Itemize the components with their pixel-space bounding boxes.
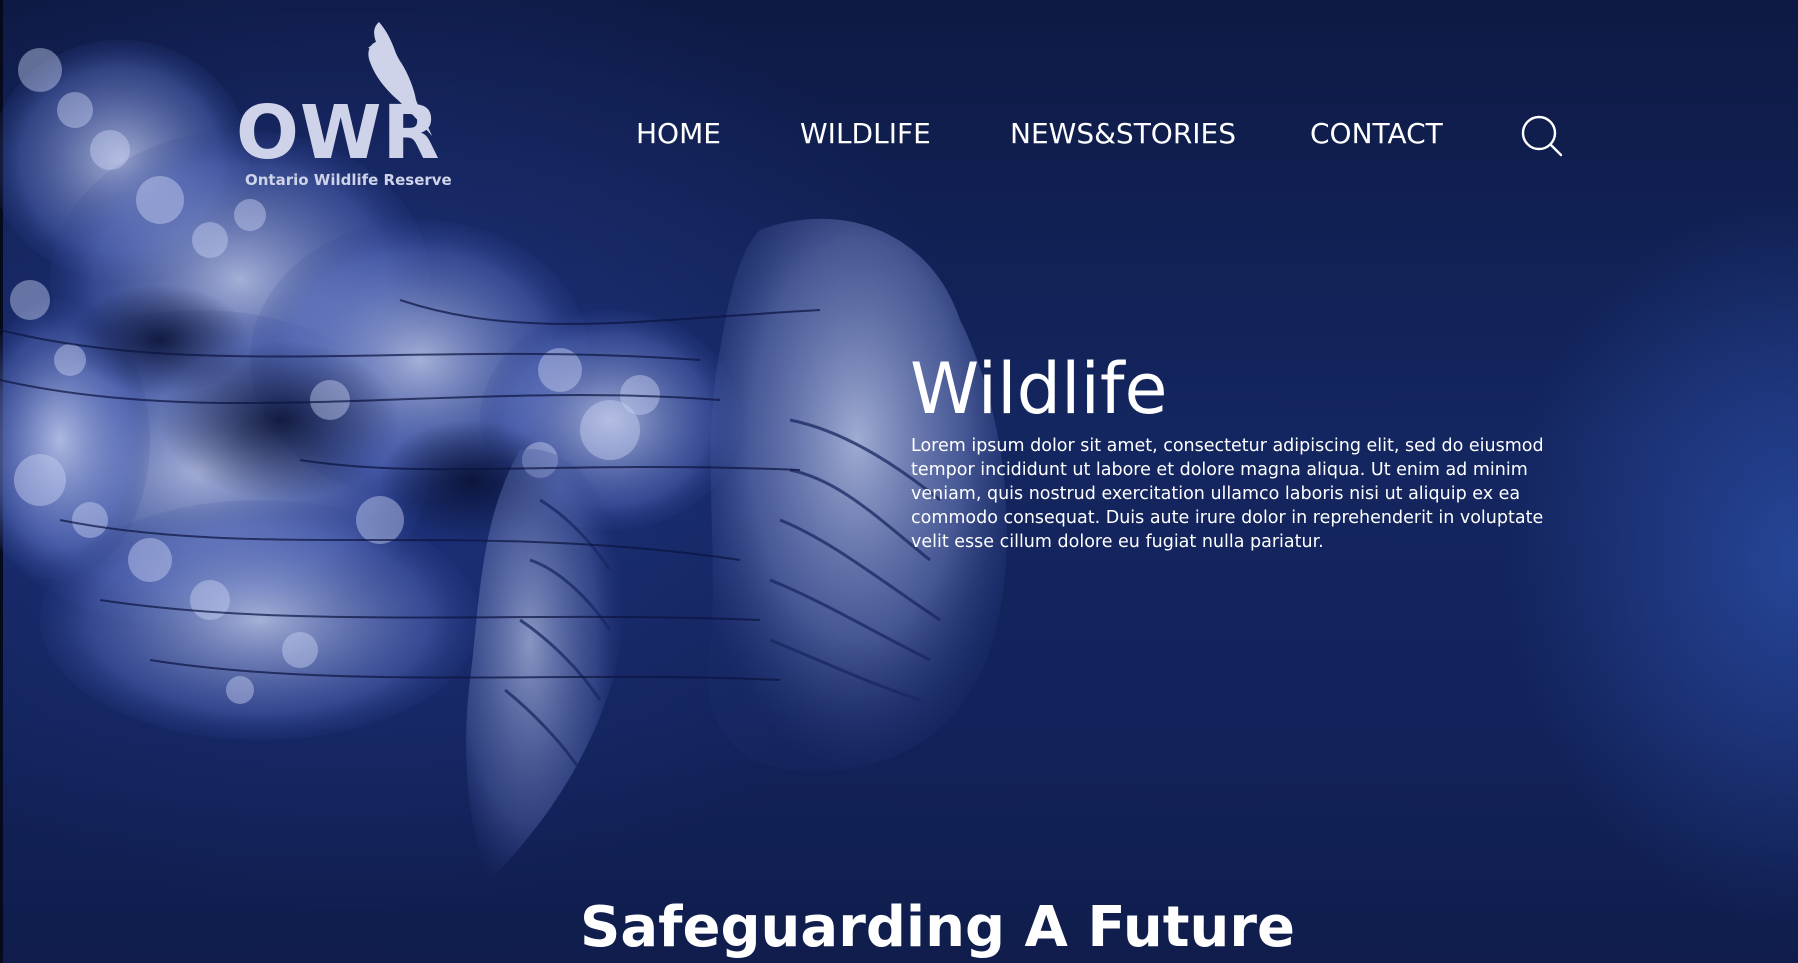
hero-title: Wildlife <box>910 348 1168 430</box>
logo-letters: OWR <box>236 90 441 176</box>
nav-item-contact[interactable]: CONTACT <box>1310 112 1443 156</box>
logo-subtitle: Ontario Wildlife Reserve <box>245 171 452 189</box>
hero-description: Lorem ipsum dolor sit amet, consectetur … <box>911 436 1544 552</box>
brand-logo[interactable]: OWR Ontario Wildlife Reserve <box>236 18 466 189</box>
nav-item-wildlife[interactable]: WILDLIFE <box>800 112 931 156</box>
section-heading: Safeguarding A Future <box>580 895 1295 960</box>
nav-item-home[interactable]: HOME <box>636 112 721 156</box>
hero-background: OWR Ontario Wildlife Reserve HOME WILDLI… <box>0 0 1798 963</box>
search-icon <box>1521 115 1563 157</box>
search-button[interactable] <box>1520 114 1564 158</box>
nav-item-news-stories[interactable]: NEWS&STORIES <box>1010 112 1236 156</box>
